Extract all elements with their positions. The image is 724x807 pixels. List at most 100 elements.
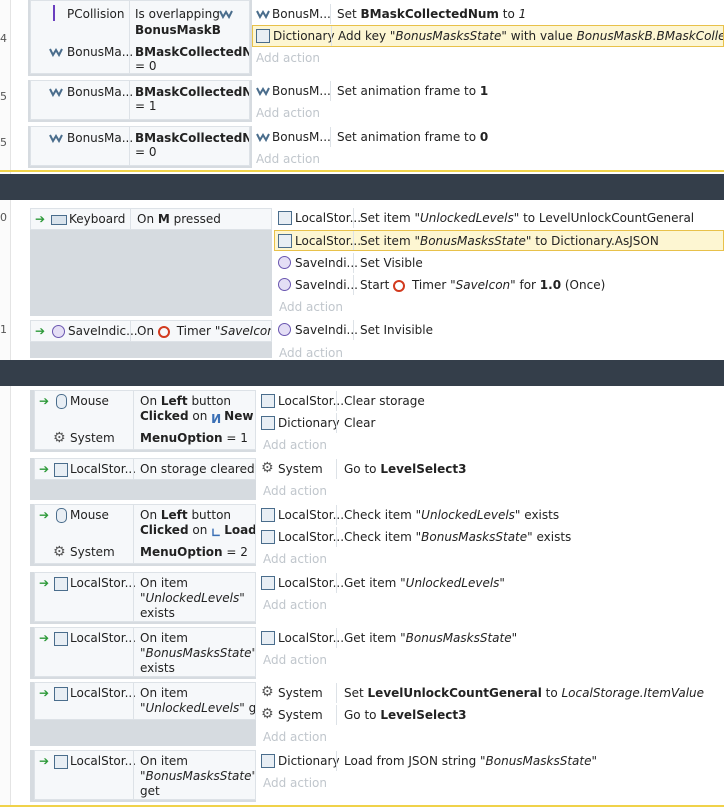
condition-text: On [140,508,161,522]
action-row[interactable]: SaveIndi... Start Timer "SaveIcon" for 1… [274,275,724,295]
action-object: SaveIndi... [295,256,358,270]
local-storage-icon [54,463,68,477]
add-action-link[interactable]: Add action [279,298,343,316]
trigger-arrow-icon: ➔ [39,462,50,476]
action-object: LocalStor... [278,530,345,544]
mask-icon [256,10,270,19]
action-row[interactable]: LocalStor... Clear storage [258,391,724,411]
condition-group[interactable]: ➔ Mouse On Left button Clicked on И New ⚙… [34,390,256,450]
condition-group[interactable]: ➔ LocalStor... On item "UnlockedLevels" … [34,682,256,720]
gear-icon: ⚙ [261,706,274,722]
group-separator-bar [0,174,724,200]
action-param: LevelUnlockCountGeneral [367,686,542,700]
add-action-link[interactable]: Add action [263,651,327,669]
condition-text: get [248,701,256,715]
condition-object: BonusMa... [67,131,134,145]
action-text: Start [360,278,394,292]
action-row[interactable]: ⚙ System Set LevelUnlockCountGeneral to … [258,683,724,703]
action-param: BMaskCollectedNum [360,7,499,21]
condition-text: get [140,784,160,798]
condition-group[interactable]: ➔ LocalStor... On item "UnlockedLevels" … [34,572,256,622]
condition-group[interactable]: PCollision Is overlapping BonusMaskB Bon… [30,0,250,74]
add-action-link[interactable]: Add action [263,550,327,568]
action-object: System [278,708,323,722]
action-text: Set [344,686,368,700]
action-row[interactable]: LocalStor... Check item "UnlockedLevels"… [258,505,724,525]
action-row[interactable]: LocalStor... Get item "UnlockedLevels" [258,573,724,593]
condition-param: BonusMaskB [135,23,221,37]
condition-group[interactable]: BonusMa... BMaskCollectedNum = 0 [30,126,250,166]
action-row[interactable]: BonusM... Set animation frame to 0 [252,127,724,147]
action-text: exists [520,508,560,522]
action-text: Add key [338,29,390,43]
trigger-arrow-icon: ➔ [39,394,50,408]
action-row[interactable]: ⚙ System Go to LevelSelect3 [258,705,724,725]
action-text: Get item [344,631,401,645]
condition-text: on [188,523,212,537]
action-text: for [515,278,540,292]
action-param: LevelSelect3 [380,462,467,476]
action-object: Dictionary [273,29,335,43]
action-row[interactable]: ⚙ System Go to LevelSelect3 [258,459,724,479]
condition-param: M [157,212,170,226]
trigger-arrow-icon: ➔ [35,324,46,338]
action-param: 1.0 [539,278,562,292]
condition-text: On [137,324,158,338]
action-row[interactable]: LocalStor... Set item "UnlockedLevels" t… [274,208,724,228]
action-object: LocalStor... [278,576,345,590]
action-row-selected[interactable]: Dictionary Add key "BonusMasksState" wit… [252,25,724,47]
action-text: to LevelUnlockCountGeneral [519,211,695,225]
mask-icon [49,48,63,57]
local-storage-icon [261,394,275,408]
action-text: Load from JSON string [344,754,480,768]
action-row[interactable]: Dictionary Clear [258,413,724,433]
condition-text: button [187,508,232,522]
gear-icon: ⚙ [261,460,274,476]
add-action-link[interactable]: Add action [256,104,320,122]
add-action-link[interactable]: Add action [256,150,320,168]
condition-object: BonusMa... [67,45,134,59]
trigger-arrow-icon: ➔ [39,631,50,645]
trigger-arrow-icon: ➔ [39,576,50,590]
action-text: Go to [344,462,381,476]
add-action-link[interactable]: Add action [263,482,327,500]
add-action-link[interactable]: Add action [263,728,327,746]
condition-group[interactable]: ➔ LocalStor... On item "BonusMasksState"… [34,627,256,677]
add-action-link[interactable]: Add action [263,774,327,792]
action-row-selected[interactable]: LocalStor... Set item "BonusMasksState" … [274,230,724,251]
condition-group[interactable]: BonusMa... BMaskCollectedNum = 1 [30,80,250,120]
add-action-link[interactable]: Add action [279,344,343,362]
add-action-link[interactable]: Add action [256,49,320,67]
mask-icon [49,134,63,143]
condition-object: SaveIndic... [68,324,138,338]
action-row[interactable]: SaveIndi... Set Invisible [274,320,724,340]
action-row[interactable]: BonusM... Set BMaskCollectedNum to 1 [252,4,724,24]
action-text: Set Invisible [360,323,434,337]
condition-group[interactable]: ➔ Mouse On Left button Clicked on ∟ Load … [34,504,256,564]
condition-text: on [188,409,212,423]
action-row[interactable]: BonusM... Set animation frame to 1 [252,81,724,101]
add-action-link[interactable]: Add action [263,596,327,614]
dictionary-icon [256,29,270,43]
action-value: "SaveIcon" [450,278,516,292]
action-text: Get item [344,576,401,590]
action-row[interactable]: LocalStor... Get item "BonusMasksState" [258,628,724,648]
action-text: Go to [344,708,381,722]
line-gutter [0,0,10,807]
add-action-link[interactable]: Add action [263,436,327,454]
action-row[interactable]: Dictionary Load from JSON string "BonusM… [258,751,724,771]
condition-param: MenuOption [140,545,223,559]
condition-param: = 0 [135,145,157,159]
trigger-arrow-icon: ➔ [39,508,50,522]
condition-group[interactable]: ➔ LocalStor... On item "BonusMasksState"… [34,750,256,800]
condition-group[interactable]: ➔ LocalStor... On storage cleared [34,458,256,480]
save-indicator-icon [52,325,65,338]
action-row[interactable]: LocalStor... Check item "BonusMasksState… [258,527,724,547]
condition-group[interactable]: ➔ Keyboard On M pressed [30,208,272,230]
condition-group[interactable]: ➔ SaveIndic... On Timer "SaveIcon" [30,320,272,342]
gear-icon: ⚙ [53,430,66,446]
load-icon: ∟ [211,526,222,540]
action-row[interactable]: SaveIndi... Set Visible [274,253,724,273]
condition-object: BonusMa... [67,85,134,99]
action-text: Check item [344,530,416,544]
